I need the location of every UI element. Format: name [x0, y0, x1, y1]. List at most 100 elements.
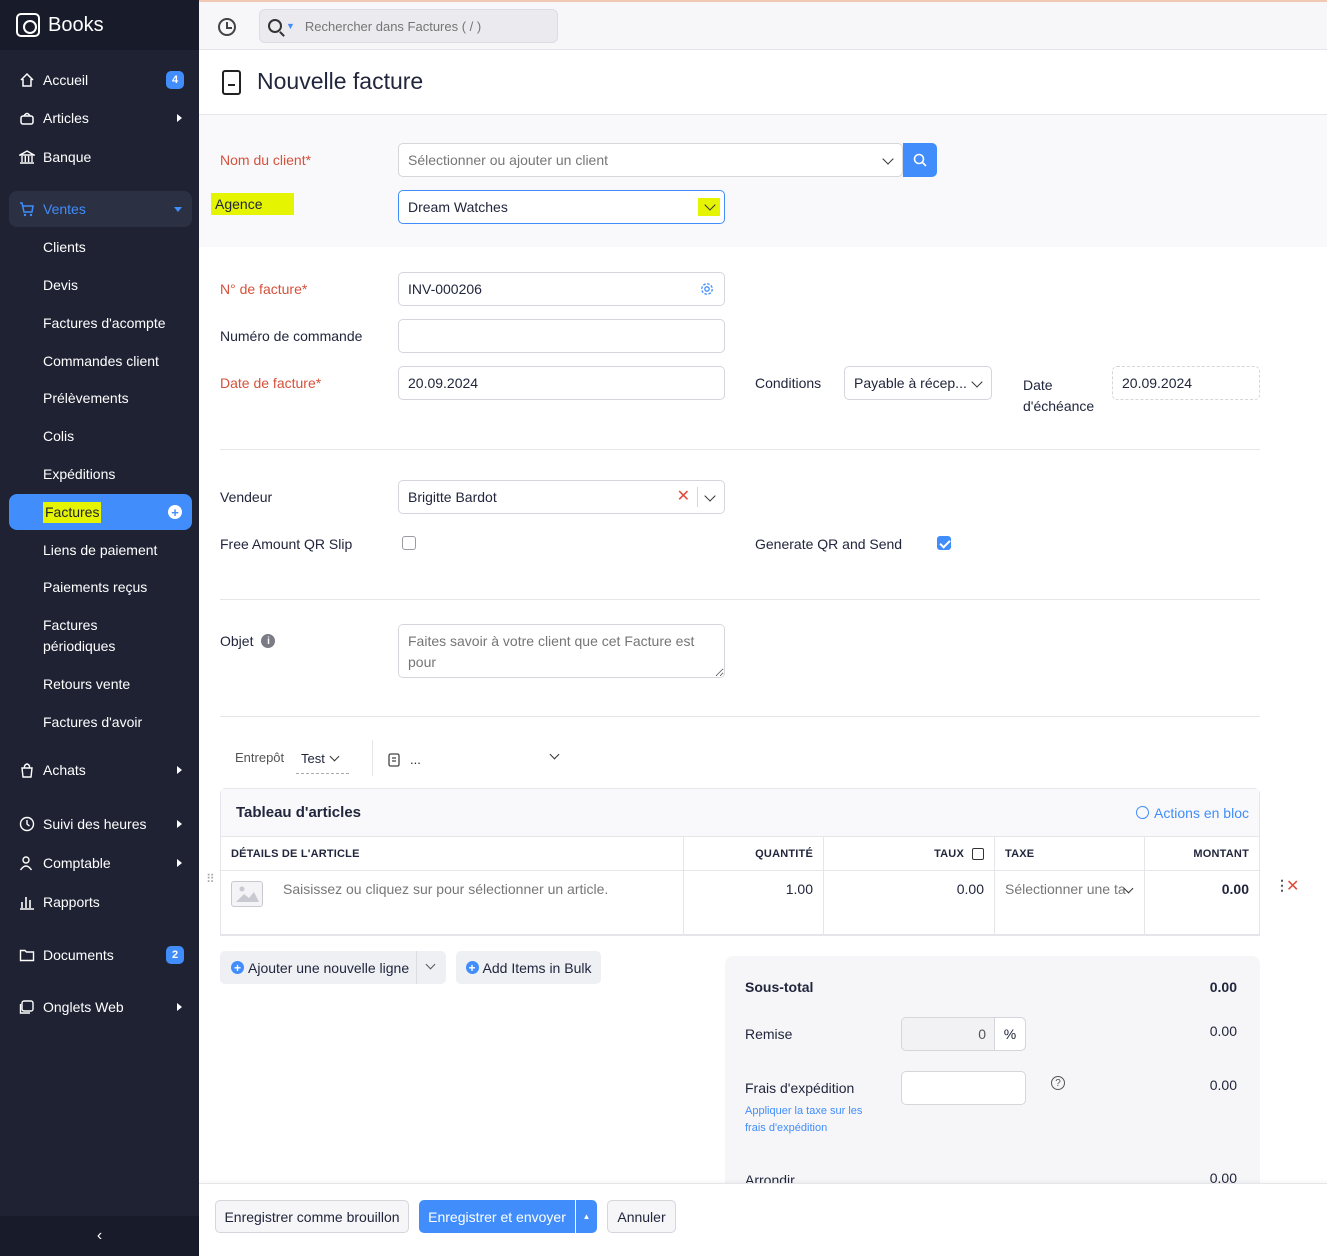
- bulk-actions-label: Actions en bloc: [1154, 804, 1249, 821]
- brand[interactable]: Books: [0, 0, 199, 50]
- save-send-button[interactable]: Enregistrer et envoyer: [419, 1200, 575, 1233]
- expand-arrow-icon: [177, 820, 182, 828]
- sub-label: Factures d'acompte: [43, 315, 166, 331]
- bulk-actions-link[interactable]: Actions en bloc: [1136, 805, 1249, 821]
- sidebar-subitem-colis[interactable]: Colis: [9, 426, 192, 447]
- section-divider: [220, 599, 1260, 600]
- shipping-tax-link[interactable]: Appliquer la taxe sur les frais d'expédi…: [745, 1103, 862, 1137]
- generate-qr-checkbox[interactable]: [937, 536, 951, 550]
- sidebar-item-ventes[interactable]: Ventes: [9, 191, 192, 227]
- info-icon[interactable]: i: [261, 634, 276, 648]
- sidebar-item-documents[interactable]: Documents 2: [9, 937, 192, 973]
- sidebar-item-accueil[interactable]: Accueil 4: [9, 62, 192, 98]
- save-draft-button[interactable]: Enregistrer comme brouillon: [215, 1200, 409, 1233]
- sidebar-subitem-retours-vente[interactable]: Retours vente: [9, 674, 192, 695]
- expand-arrow-icon: [177, 114, 182, 122]
- sidebar-subitem-devis[interactable]: Devis: [9, 275, 192, 296]
- clear-icon[interactable]: ✕: [677, 486, 690, 506]
- sidebar-item-articles[interactable]: Articles: [9, 100, 192, 136]
- sidebar-item-onglets-web[interactable]: Onglets Web: [9, 989, 192, 1025]
- save-send-menu-button[interactable]: ▲: [576, 1200, 597, 1233]
- sub-label: Devis: [43, 277, 79, 293]
- client-select[interactable]: Sélectionner ou ajouter un client: [398, 143, 903, 177]
- column-rate: TAUX: [824, 837, 995, 870]
- warehouse-select[interactable]: Test: [296, 744, 349, 774]
- client-placeholder: Sélectionner ou ajouter un client: [408, 152, 609, 168]
- due-date-label-line: Date: [1023, 377, 1053, 393]
- add-invoice-icon[interactable]: +: [168, 505, 182, 519]
- item-tax-select[interactable]: Sélectionner une ta: [995, 871, 1145, 934]
- order-number-input[interactable]: [398, 319, 725, 353]
- search-input[interactable]: [304, 18, 525, 34]
- sidebar-item-label: Achats: [43, 762, 86, 778]
- items-table: Tableau d'articles Actions en bloc DÉTAI…: [220, 788, 1260, 936]
- terms-select[interactable]: Payable à récep...: [844, 366, 992, 400]
- footer-actions: Enregistrer comme brouillon Enregistrer …: [199, 1183, 1327, 1256]
- discount-input-group[interactable]: 0 %: [901, 1017, 1026, 1051]
- sidebar-item-suivi-heures[interactable]: Suivi des heures: [9, 806, 192, 842]
- agency-select[interactable]: Dream Watches: [398, 190, 725, 224]
- item-rate-cell[interactable]: 0.00: [824, 871, 995, 934]
- add-items-bulk-button[interactable]: + Add Items in Bulk: [456, 951, 601, 984]
- sidebar-item-comptable[interactable]: Comptable: [9, 845, 192, 881]
- sidebar-subitem-factures-periodiques[interactable]: Factures périodiques: [9, 615, 192, 657]
- items-table-title: Tableau d'articles: [236, 804, 362, 821]
- item-quantity-cell[interactable]: 1.00: [684, 871, 824, 934]
- separator: [416, 951, 417, 984]
- settings-gear-icon[interactable]: [700, 282, 714, 296]
- folder-icon: [19, 947, 35, 963]
- sidebar-item-rapports[interactable]: Rapports: [9, 884, 192, 920]
- item-details-cell[interactable]: Saisissez ou cliquez sur pour sélectionn…: [221, 871, 684, 934]
- sidebar-subitem-factures-acompte[interactable]: Factures d'acompte: [9, 313, 192, 334]
- chevron-down-icon: [549, 749, 560, 760]
- chevron-down-icon[interactable]: ▼: [286, 21, 295, 31]
- drag-handle-icon[interactable]: ⠿: [206, 873, 215, 885]
- invoice-date-label: Date de facture*: [220, 375, 322, 391]
- cancel-button[interactable]: Annuler: [607, 1200, 676, 1233]
- remove-row-icon[interactable]: ✕: [1286, 876, 1299, 896]
- sidebar-item-achats[interactable]: Achats: [9, 752, 192, 788]
- invoice-number-input[interactable]: INV-000206: [398, 272, 725, 306]
- sidebar-subitem-expeditions[interactable]: Expéditions: [9, 464, 192, 485]
- calculator-icon[interactable]: [972, 847, 984, 860]
- seller-select[interactable]: Brigitte Bardot ✕: [398, 480, 725, 514]
- collapse-sidebar-button[interactable]: ‹: [0, 1216, 199, 1256]
- help-icon[interactable]: ?: [1051, 1076, 1065, 1090]
- invoice-date-input[interactable]: 20.09.2024: [398, 366, 725, 400]
- sidebar-subitem-factures[interactable]: Factures +: [9, 494, 192, 530]
- discount-input[interactable]: 0: [902, 1018, 994, 1050]
- due-date-input[interactable]: 20.09.2024: [1112, 366, 1260, 400]
- due-date-label: Date d'échéance: [1023, 375, 1094, 417]
- accountant-icon: [19, 855, 35, 871]
- history-icon[interactable]: [218, 18, 236, 36]
- sidebar-subitem-prelevements[interactable]: Prélèvements: [9, 388, 192, 409]
- sidebar-item-label: Ventes: [43, 201, 86, 217]
- client-search-button[interactable]: [903, 143, 937, 177]
- totals-panel: Sous-total 0.00 Remise 0 % 0.00 Frais d'…: [725, 956, 1260, 1196]
- sidebar-item-banque[interactable]: Banque: [9, 139, 192, 175]
- shipping-tax-link-line: Appliquer la taxe sur les: [745, 1105, 863, 1117]
- subject-textarea[interactable]: [398, 624, 725, 678]
- column-tax: TAXE: [995, 837, 1145, 870]
- chevron-down-icon[interactable]: [425, 959, 436, 970]
- sub-label: Prélèvements: [43, 390, 129, 406]
- price-list-select[interactable]: ...: [388, 748, 563, 770]
- discount-unit-select[interactable]: %: [994, 1018, 1025, 1050]
- sidebar-item-label: Documents: [43, 947, 114, 963]
- sidebar-subitem-clients[interactable]: Clients: [9, 237, 192, 258]
- add-items-bulk-label: Add Items in Bulk: [482, 959, 592, 976]
- item-amount-cell: 0.00: [1221, 881, 1249, 897]
- sidebar-subitem-commandes-client[interactable]: Commandes client: [9, 351, 192, 372]
- search-box[interactable]: ▼: [259, 9, 558, 43]
- sidebar-subitem-liens-paiement[interactable]: Liens de paiement: [9, 540, 192, 561]
- search-icon[interactable]: [268, 19, 282, 33]
- free-qr-checkbox[interactable]: [402, 536, 416, 550]
- sidebar-subitem-paiements-recus[interactable]: Paiements reçus: [9, 577, 192, 598]
- subtotal-value: 0.00: [1209, 979, 1237, 995]
- add-line-button[interactable]: + Ajouter une nouvelle ligne: [220, 951, 446, 984]
- plus-circle-icon: +: [231, 961, 244, 974]
- sidebar-subitem-factures-avoir[interactable]: Factures d'avoir: [9, 712, 192, 733]
- chevron-down-icon[interactable]: [704, 490, 716, 502]
- chevron-down-icon: [882, 153, 894, 165]
- shipping-input[interactable]: [901, 1071, 1026, 1105]
